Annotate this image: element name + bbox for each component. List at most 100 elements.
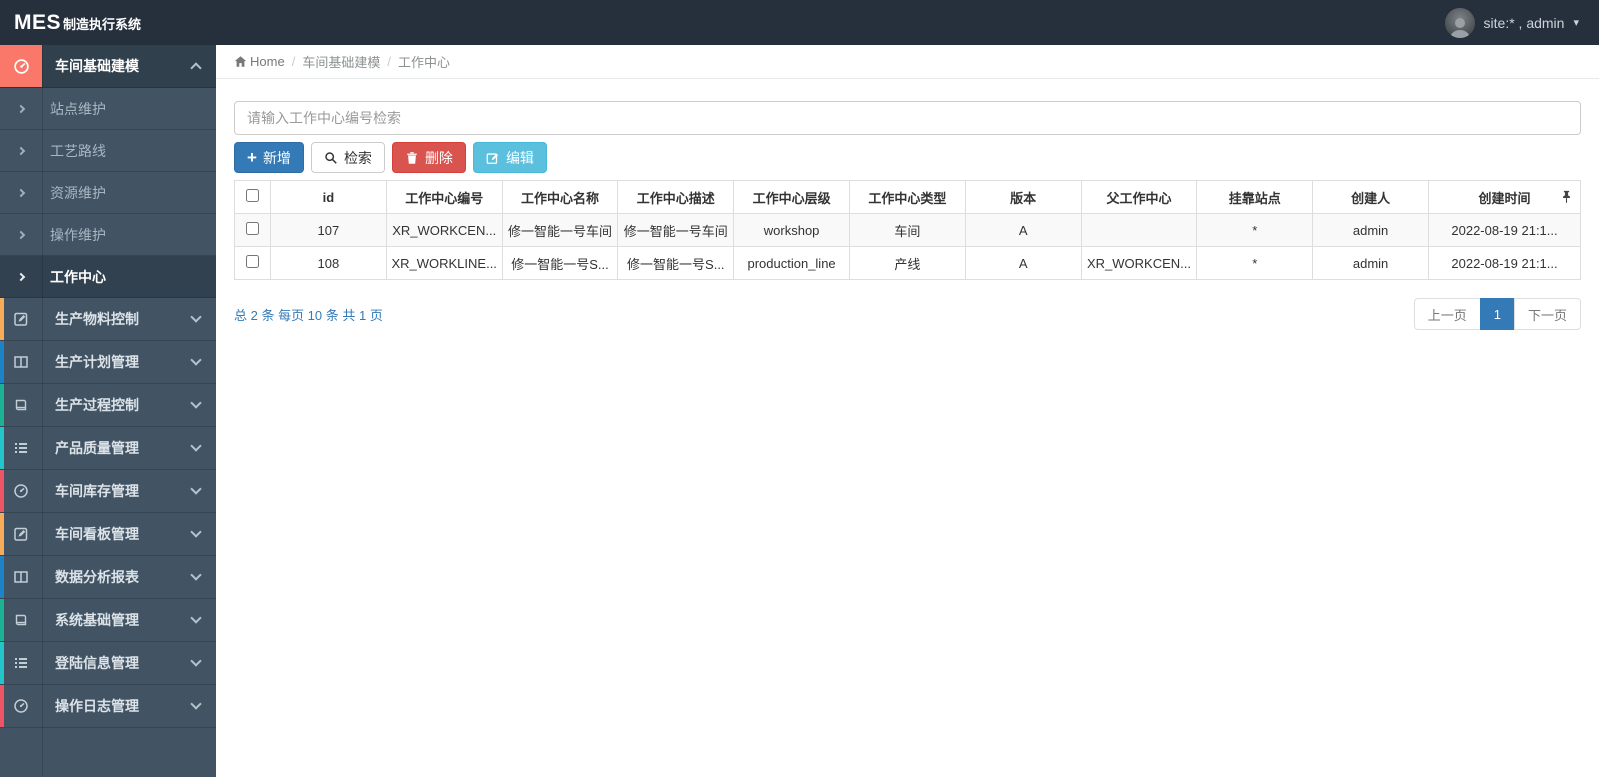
sidebar-item-production-material-control[interactable]: 生产物料控制	[0, 298, 216, 341]
delete-button[interactable]: 删除	[391, 142, 466, 173]
sidebar-item-production-process-control[interactable]: 生产过程控制	[0, 384, 216, 427]
column-header-created: 创建时间	[1428, 180, 1581, 214]
chevron-down-icon	[190, 526, 202, 538]
row-checkbox[interactable]	[246, 222, 259, 235]
next-page-button[interactable]: 下一页	[1513, 298, 1581, 330]
book-icon	[0, 599, 42, 641]
list-icon	[0, 427, 42, 469]
chevron-down-icon	[190, 655, 202, 667]
breadcrumb-home-label: Home	[250, 54, 285, 69]
chevron-down-icon	[190, 397, 202, 409]
list-icon	[0, 642, 42, 684]
pagination-summary: 总 2 条 每页 10 条 共 1 页	[234, 307, 383, 323]
add-button[interactable]: + 新增	[234, 142, 304, 173]
search-button[interactable]: 检索	[310, 142, 385, 173]
accent-strip	[0, 599, 4, 641]
sidebar-item-resource-maintenance[interactable]: 资源维护	[0, 172, 216, 214]
sidebar-item-label: 操作日志管理	[55, 698, 139, 714]
cell-creator: admin	[1312, 246, 1429, 280]
search-input[interactable]	[234, 101, 1581, 135]
logo-mes-text: MES	[14, 10, 62, 34]
sidebar-item-workshop-basic-modeling[interactable]: 车间基础建模	[0, 45, 216, 88]
prev-page-button[interactable]: 上一页	[1413, 298, 1481, 330]
breadcrumb-separator: /	[291, 54, 296, 69]
sidebar-item-workshop-kanban-management[interactable]: 车间看板管理	[0, 513, 216, 556]
chevron-down-icon	[190, 311, 202, 323]
sidebar-item-process-route[interactable]: 工艺路线	[0, 130, 216, 172]
pin-icon[interactable]	[1561, 190, 1572, 204]
accent-strip	[0, 513, 4, 555]
edit-button[interactable]: 编辑	[472, 142, 547, 173]
sidebar-item-workshop-inventory-management[interactable]: 车间库存管理	[0, 470, 216, 513]
sidebar-item-label: 生产过程控制	[55, 397, 139, 413]
columns-icon	[0, 341, 42, 383]
table-row[interactable]: 107 XR_WORKCEN... 修一智能一号车间 修一智能一号车间 work…	[234, 213, 1581, 247]
user-menu[interactable]: site:* , admin ▾	[1444, 7, 1579, 38]
home-icon	[234, 56, 247, 67]
plus-icon: +	[247, 148, 257, 167]
delete-button-label: 删除	[424, 149, 453, 166]
column-header-station: 挂靠站点	[1196, 180, 1314, 214]
caret-down-icon: ▾	[1573, 17, 1579, 29]
sidebar-item-label: 车间看板管理	[55, 526, 139, 542]
sidebar-item-product-quality-management[interactable]: 产品质量管理	[0, 427, 216, 470]
cell-version: A	[964, 246, 1082, 280]
table-row[interactable]: 108 XR_WORKLINE... 修一智能一号S... 修一智能一号S...…	[234, 246, 1581, 280]
breadcrumb-home-link[interactable]: Home	[234, 54, 285, 69]
sidebar-item-system-basic-management[interactable]: 系统基础管理	[0, 599, 216, 642]
sidebar-item-label: 车间基础建模	[55, 58, 139, 74]
column-header-version: 版本	[964, 180, 1082, 214]
user-label: site:* , admin	[1483, 14, 1565, 31]
pencil-square-icon	[0, 513, 42, 555]
column-header-level: 工作中心层级	[733, 180, 850, 214]
sidebar-item-work-center[interactable]: 工作中心	[0, 256, 216, 298]
cell-name: 修一智能一号S...	[501, 246, 619, 280]
column-header-type: 工作中心类型	[848, 180, 966, 214]
cell-created: 2022-08-19 21:1...	[1428, 246, 1581, 280]
cell-id: 107	[270, 213, 387, 247]
sidebar-item-operation-log-management[interactable]: 操作日志管理	[0, 685, 216, 728]
chevron-up-icon	[190, 62, 202, 74]
chevron-down-icon	[190, 483, 202, 495]
cell-level: production_line	[733, 246, 850, 280]
dashboard-icon	[0, 470, 42, 512]
sidebar-item-label: 系统基础管理	[55, 612, 139, 628]
row-select-cell	[234, 213, 271, 247]
column-header-desc: 工作中心描述	[617, 180, 735, 214]
sidebar-item-login-info-management[interactable]: 登陆信息管理	[0, 642, 216, 685]
cell-desc: 修一智能一号车间	[617, 213, 735, 247]
pagination-bar: 总 2 条 每页 10 条 共 1 页 上一页 1 下一页	[234, 298, 1581, 330]
sidebar-item-production-plan-management[interactable]: 生产计划管理	[0, 341, 216, 384]
select-all-checkbox[interactable]	[246, 189, 259, 202]
sidebar-item-station-maintenance[interactable]: 站点维护	[0, 88, 216, 130]
accent-strip	[0, 427, 4, 469]
row-checkbox[interactable]	[246, 255, 259, 268]
app-logo: MES 制造执行系统	[14, 11, 141, 35]
breadcrumb-level1-link[interactable]: 车间基础建模	[302, 52, 380, 71]
table-header-row: id 工作中心编号 工作中心名称 工作中心描述 工作中心层级 工作中心类型 版本…	[234, 180, 1581, 214]
pencil-square-icon	[0, 298, 42, 340]
sidebar-item-label: 登陆信息管理	[55, 655, 139, 671]
sidebar-item-label: 站点维护	[50, 100, 106, 117]
cell-parent: XR_WORKCEN...	[1080, 246, 1198, 280]
chevron-down-icon	[190, 440, 202, 452]
column-header-parent: 父工作中心	[1080, 180, 1198, 214]
sidebar-item-data-analysis-report[interactable]: 数据分析报表	[0, 556, 216, 599]
sidebar-item-label: 数据分析报表	[55, 569, 139, 585]
dashboard-icon	[0, 45, 42, 87]
cell-id: 108	[270, 246, 387, 280]
accent-strip	[0, 685, 4, 727]
column-header-name: 工作中心名称	[501, 180, 619, 214]
sidebar: 车间基础建模 站点维护 工艺路线 资源维护 操作维护 工作中心 生产物料控制 生…	[0, 45, 216, 777]
edit-button-label: 编辑	[505, 149, 534, 166]
add-button-label: 新增	[262, 149, 291, 166]
column-header-creator: 创建人	[1312, 180, 1429, 214]
topbar: MES 制造执行系统 site:* , admin ▾	[0, 0, 1599, 45]
select-all-cell	[234, 180, 271, 214]
sidebar-item-operation-maintenance[interactable]: 操作维护	[0, 214, 216, 256]
page-1-button[interactable]: 1	[1479, 298, 1515, 330]
row-select-cell	[234, 246, 271, 280]
breadcrumb-current: 工作中心	[397, 55, 450, 70]
cell-created: 2022-08-19 21:1...	[1428, 213, 1581, 247]
columns-icon	[0, 556, 42, 598]
